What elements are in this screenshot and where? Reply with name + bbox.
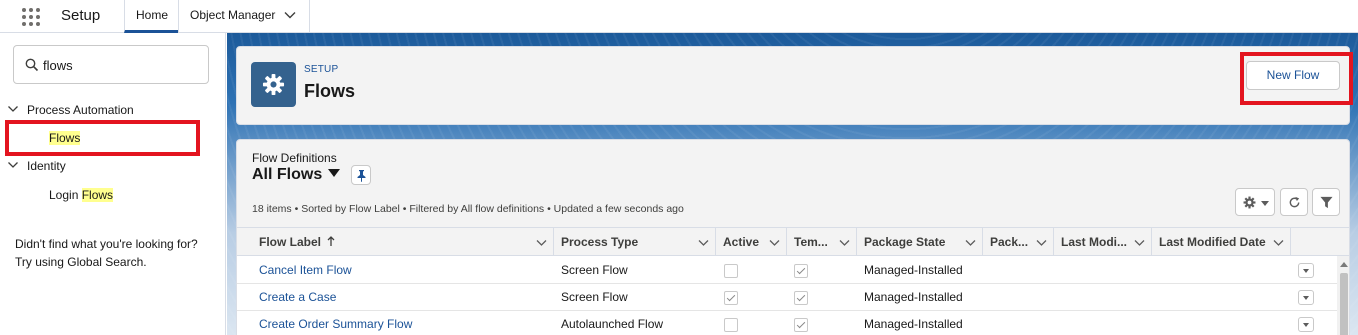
package-state-cell: Managed-Installed	[864, 263, 963, 277]
column-label: Last Modified Date	[1159, 235, 1266, 249]
chevron-down-icon[interactable]	[536, 237, 547, 248]
chevron-down-icon[interactable]	[1036, 237, 1047, 248]
quick-find-input[interactable]	[43, 55, 193, 75]
tree-node-identity[interactable]: Identity	[7, 157, 66, 175]
chevron-down-icon[interactable]	[698, 237, 709, 248]
filter-icon	[1320, 196, 1333, 209]
flow-label-cell: Create Order Summary Flow	[252, 311, 412, 335]
package-state-cell: Managed-Installed	[864, 290, 963, 304]
column-header-package[interactable]: Pack...	[983, 228, 1054, 256]
filter-button[interactable]	[1312, 188, 1340, 216]
flow-link[interactable]: Create a Case	[259, 290, 336, 304]
flow-label-cell: Cancel Item Flow	[252, 257, 352, 284]
active-checkbox	[724, 264, 738, 278]
column-label: Flow Label	[259, 235, 322, 249]
app-title: Setup	[61, 7, 101, 24]
column-label: Active	[723, 235, 760, 249]
column-header-flow-label[interactable]: Flow Label	[252, 228, 554, 256]
process-type-cell: Autolaunched Flow	[561, 317, 664, 331]
scrollbar-thumb[interactable]	[1340, 273, 1348, 335]
annotation-box	[5, 120, 200, 156]
sidebar-item-login-flows[interactable]: Login Flows	[49, 186, 114, 204]
help-text-line: Didn't find what you're looking for?	[15, 237, 198, 251]
tab-object-manager-label: Object Manager	[190, 8, 276, 22]
list-view-name: All Flows	[252, 166, 323, 183]
table-scrollbar[interactable]	[1337, 256, 1349, 335]
column-header-process-type[interactable]: Process Type	[554, 228, 716, 256]
tree-node-process-automation[interactable]: Process Automation	[7, 101, 134, 119]
search-icon	[25, 58, 39, 72]
package-state-cell: Managed-Installed	[864, 317, 963, 331]
gear-icon	[262, 73, 285, 96]
setup-sidebar: Process Automation Flows Identity Login …	[0, 33, 226, 335]
scroll-up-arrow-icon[interactable]	[1340, 262, 1348, 267]
column-label: Tem...	[794, 235, 828, 249]
quick-find-box[interactable]	[13, 45, 209, 84]
help-text-line: Try using Global Search.	[15, 255, 147, 269]
table-header-row: Flow Label Process Type Active Tem... Pa…	[237, 228, 1349, 256]
list-settings-button[interactable]	[1235, 188, 1275, 216]
annotation-box	[1240, 52, 1353, 105]
process-type-cell: Screen Flow	[561, 290, 628, 304]
chevron-down-icon[interactable]	[283, 8, 297, 22]
flow-link[interactable]: Create Order Summary Flow	[259, 317, 412, 331]
flow-link[interactable]: Cancel Item Flow	[259, 263, 352, 277]
help-text: Didn't find what you're looking for? Try…	[15, 235, 220, 271]
refresh-icon	[1289, 196, 1300, 208]
column-label: Last Modi...	[1061, 235, 1127, 249]
row-actions-menu[interactable]	[1298, 290, 1314, 305]
table-row: Create a Case Screen Flow Managed-Instal…	[237, 284, 1337, 311]
column-label: Package State	[864, 235, 946, 249]
tree-node-label: Identity	[27, 159, 66, 173]
tab-home[interactable]: Home	[124, 0, 178, 33]
table-row: Create Order Summary Flow Autolaunched F…	[237, 311, 1337, 335]
sidebar-item-label: Login	[49, 188, 82, 202]
page-title: Flows	[304, 81, 356, 101]
chevron-down-icon[interactable]	[1273, 237, 1284, 248]
active-checkbox	[724, 291, 738, 305]
chevron-down-icon[interactable]	[7, 159, 19, 171]
search-highlight: Flows	[81, 188, 114, 202]
row-actions-menu[interactable]	[1298, 263, 1314, 278]
refresh-button[interactable]	[1280, 188, 1308, 216]
app-launcher-icon[interactable]	[22, 8, 40, 26]
pin-button[interactable]	[351, 165, 371, 185]
column-header-last-modified-by[interactable]: Last Modi...	[1054, 228, 1152, 256]
template-checkbox	[794, 264, 808, 278]
list-view-card: Flow Definitions All Flows 18 items • So…	[236, 139, 1350, 335]
chevron-down-icon[interactable]	[965, 237, 976, 248]
chevron-down-icon[interactable]	[1134, 237, 1145, 248]
process-type-cell: Screen Flow	[561, 263, 628, 277]
column-label: Process Type	[561, 235, 639, 249]
column-header-active[interactable]: Active	[716, 228, 787, 256]
caret-down-icon	[1261, 201, 1269, 206]
list-view-selector[interactable]: All Flows	[252, 166, 341, 184]
sort-ascending-icon	[327, 236, 335, 246]
list-view-summary: 18 items • Sorted by Flow Label • Filter…	[252, 203, 684, 215]
row-actions-menu[interactable]	[1298, 317, 1314, 332]
chevron-down-icon[interactable]	[839, 237, 850, 248]
list-object-label: Flow Definitions	[252, 151, 337, 165]
caret-down-icon[interactable]	[328, 169, 341, 177]
page-header: SETUP Flows New Flow	[236, 46, 1350, 125]
active-checkbox	[724, 318, 738, 332]
chevron-down-icon[interactable]	[7, 103, 19, 115]
tab-object-manager[interactable]: Object Manager	[178, 0, 310, 33]
column-header-package-state[interactable]: Package State	[857, 228, 983, 256]
column-header-last-modified-date[interactable]: Last Modified Date	[1152, 228, 1291, 256]
column-header-template[interactable]: Tem...	[787, 228, 857, 256]
global-header: Setup Home Object Manager	[0, 0, 1358, 33]
flows-table: Flow Label Process Type Active Tem... Pa…	[237, 227, 1349, 335]
chevron-down-icon[interactable]	[769, 237, 780, 248]
setup-tile	[251, 62, 296, 107]
gear-icon	[1243, 196, 1256, 209]
pin-icon	[357, 170, 366, 182]
column-label: Pack...	[990, 235, 1029, 249]
table-row: Cancel Item Flow Screen Flow Managed-Ins…	[237, 257, 1337, 284]
tree-node-label: Process Automation	[27, 103, 134, 117]
flow-label-cell: Create a Case	[252, 284, 336, 311]
breadcrumb[interactable]: SETUP	[304, 64, 338, 75]
template-checkbox	[794, 291, 808, 305]
template-checkbox	[794, 318, 808, 332]
